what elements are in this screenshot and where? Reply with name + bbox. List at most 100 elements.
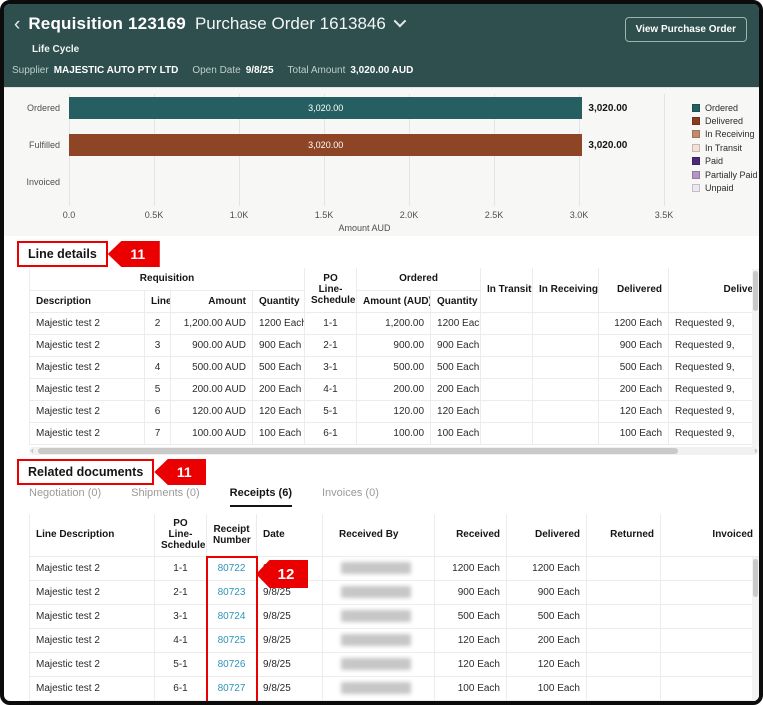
- cell-in-receiving: [533, 312, 599, 334]
- cell-in-receiving: [533, 378, 599, 400]
- cell-received-by: [323, 652, 435, 676]
- tab-invoices[interactable]: Invoices (0): [322, 487, 379, 507]
- receipt-number-link[interactable]: 80723: [218, 587, 246, 598]
- cell-ordered-amount: 900.00: [357, 334, 431, 356]
- receipts-vertical-scrollbar[interactable]: [752, 557, 759, 701]
- app-window: ‹ Requisition 123169 Purchase Order 1613…: [0, 0, 763, 705]
- cell-invoiced: [661, 676, 760, 700]
- cell-receipt-number: 80724: [207, 604, 257, 628]
- cell-invoiced: [661, 580, 760, 604]
- receipt-number-link[interactable]: 80726: [218, 659, 246, 670]
- table-row: Majestic test 221,200.00 AUD1200 Each1-1…: [30, 312, 760, 334]
- x-axis-tick: 1.0K: [219, 210, 259, 220]
- cell-in-receiving: [533, 334, 599, 356]
- cell-amount: 500.00 AUD: [171, 356, 253, 378]
- back-icon[interactable]: ‹: [14, 15, 20, 35]
- bar-value-label: 3,020.00: [308, 140, 343, 150]
- col-invoiced: Invoiced: [661, 514, 760, 556]
- cell-po-line-schedule: 6-1: [305, 422, 357, 444]
- cell-in-receiving: [533, 422, 599, 444]
- table-row: Majestic test 24500.00 AUD500 Each3-1500…: [30, 356, 760, 378]
- chart-bar-ordered: 3,020.00: [69, 97, 582, 119]
- cell-line: 7: [145, 422, 171, 444]
- cell-in-transit: [481, 400, 533, 422]
- cell-delivered: 120 Each: [507, 652, 587, 676]
- cell-received-by: [323, 556, 435, 580]
- cell-delivery: Requested 9,: [669, 312, 760, 334]
- cell-po-line-schedule: 1-1: [305, 312, 357, 334]
- cell-in-transit: [481, 378, 533, 400]
- receipt-number-link[interactable]: 80727: [218, 683, 246, 694]
- line-details-horizontal-scrollbar[interactable]: ‹›: [29, 447, 759, 455]
- view-purchase-order-button[interactable]: View Purchase Order: [625, 17, 747, 42]
- chevron-down-icon[interactable]: [393, 15, 406, 28]
- cell-ordered-quantity: 900 Each: [431, 334, 481, 356]
- cell-line-description: Majestic test 2: [30, 604, 155, 628]
- col-description: Description: [30, 290, 145, 312]
- col-returned: Returned: [587, 514, 661, 556]
- cell-invoiced: [661, 628, 760, 652]
- cell-in-transit: [481, 312, 533, 334]
- receipt-number-link[interactable]: 80722: [218, 563, 246, 574]
- cell-returned: [587, 604, 661, 628]
- cell-delivered: 500 Each: [507, 604, 587, 628]
- cell-line-description: Majestic test 2: [30, 580, 155, 604]
- cell-receipt-number: 80723: [207, 580, 257, 604]
- cell-line: 3: [145, 334, 171, 356]
- col-delivery: Delive: [669, 268, 760, 312]
- legend-label: Delivered: [705, 116, 743, 126]
- col-ordered-amount: Amount (AUD): [357, 290, 431, 312]
- cell-returned: [587, 652, 661, 676]
- cell-ordered-amount: 1,200.00: [357, 312, 431, 334]
- cell-received-by: [323, 580, 435, 604]
- cell-delivered: 900 Each: [507, 580, 587, 604]
- cell-date: 9/8/25: [257, 628, 323, 652]
- receipt-number-link[interactable]: 80725: [218, 635, 246, 646]
- tab-shipments[interactable]: Shipments (0): [131, 487, 199, 507]
- chart-legend: OrderedDeliveredIn ReceivingIn TransitPa…: [692, 101, 758, 195]
- x-axis-tick: 0.0: [49, 210, 89, 220]
- cell-po-line-schedule: 1-1: [155, 556, 207, 580]
- y-axis-category-label: Fulfilled: [6, 140, 60, 150]
- cell-description: Majestic test 2: [30, 356, 145, 378]
- cell-po-line-schedule: 2-1: [305, 334, 357, 356]
- supplier-value: MAJESTIC AUTO PTY LTD: [54, 65, 179, 76]
- cell-received: 900 Each: [435, 580, 507, 604]
- cell-po-line-schedule: 3-1: [305, 356, 357, 378]
- tab-negotiation[interactable]: Negotiation (0): [29, 487, 101, 507]
- chart-gridline: [664, 94, 665, 206]
- col-received-by: Received By: [323, 514, 435, 556]
- chart-bar-fulfilled: 3,020.00: [69, 134, 582, 156]
- redacted-received-by: [341, 658, 411, 670]
- cell-received-by: [323, 604, 435, 628]
- table-row: Majestic test 26120.00 AUD120 Each5-1120…: [30, 400, 760, 422]
- cell-line: 5: [145, 378, 171, 400]
- table-row: Majestic test 21-1807229/8/251200 Each12…: [30, 556, 760, 580]
- open-date-label: Open Date: [192, 65, 240, 76]
- cell-line-description: Majestic test 2: [30, 676, 155, 700]
- x-axis-tick: 2.5K: [474, 210, 514, 220]
- receipts-table-wrap: Line Description PO Line-Schedule Receip…: [29, 514, 760, 701]
- legend-swatch-icon: [692, 171, 700, 179]
- col-po-line-schedule-2: PO Line-Schedule: [155, 514, 207, 556]
- col-in-receiving: In Receiving: [533, 268, 599, 312]
- receipt-number-link[interactable]: 80724: [218, 611, 246, 622]
- line-details-table: Requisition PO Line-Schedule Ordered In …: [29, 268, 760, 445]
- open-date-value: 9/8/25: [246, 65, 274, 76]
- legend-item-in-transit: In Transit: [692, 141, 758, 154]
- cell-line: 6: [145, 400, 171, 422]
- purchase-order-title[interactable]: Purchase Order 1613846: [195, 14, 386, 34]
- tab-receipts[interactable]: Receipts (6): [230, 487, 292, 507]
- legend-label: In Receiving: [705, 129, 755, 139]
- cell-receipt-number: 80727: [207, 676, 257, 700]
- cell-invoiced: [661, 604, 760, 628]
- table-row: Majestic test 25-1807269/8/25120 Each120…: [30, 652, 760, 676]
- cell-returned: [587, 556, 661, 580]
- cell-amount: 100.00 AUD: [171, 422, 253, 444]
- cell-ordered-amount: 500.00: [357, 356, 431, 378]
- cell-delivered: 100 Each: [599, 422, 669, 444]
- line-details-vertical-scrollbar[interactable]: [752, 269, 759, 447]
- col-in-transit: In Transit: [481, 268, 533, 312]
- related-documents-annotation: Related documents 11: [17, 459, 206, 485]
- cell-in-transit: [481, 422, 533, 444]
